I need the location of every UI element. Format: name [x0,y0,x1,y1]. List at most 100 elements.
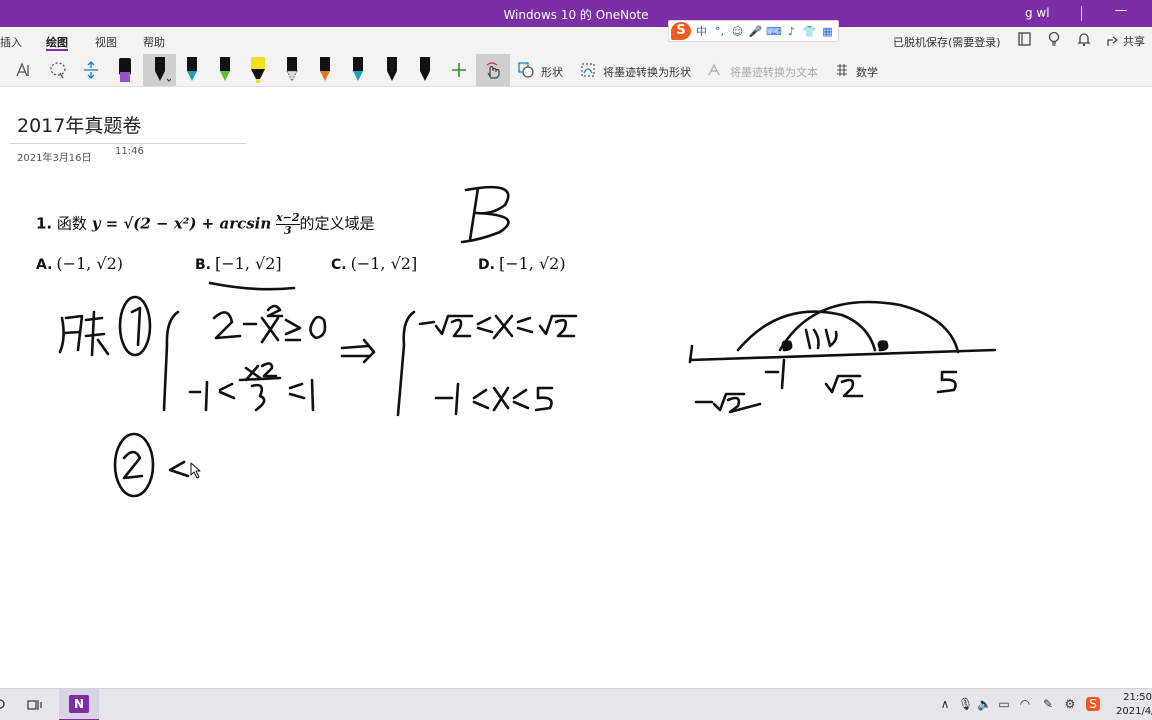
question-number: 1. [36,214,53,233]
ink-implies-arrow [340,338,376,364]
onenote-icon: N [69,695,89,713]
sogou-logo-icon[interactable]: S [671,22,691,40]
pen-purple-icon[interactable] [114,55,136,85]
lightbulb-icon[interactable] [1046,31,1062,47]
page-title[interactable]: 2017年真题卷 [17,111,141,138]
ink-point-neg1 [781,340,793,352]
math-button[interactable]: 数学 [856,64,878,80]
pen-teal-icon[interactable] [181,55,203,85]
question-text-after: 的定义域是 [299,214,375,233]
ink-label-neg1 [764,358,786,390]
option-c-label: C. [331,257,347,273]
math-icon[interactable] [834,62,850,78]
notebooks-icon[interactable] [1016,31,1032,47]
taskbar: N ∧ 🎙 🔈 ▭ ◠ ✎ ⚙ S 21:50 2021/4/ [0,688,1152,720]
ink-to-shape-icon[interactable] [580,62,596,78]
user-name[interactable]: g wl [1025,6,1050,20]
lasso-text-icon [16,62,29,77]
option-c-value: (−1, √2] [350,254,418,273]
microphone-icon[interactable]: 🎙 [958,697,973,711]
add-pen-button[interactable] [445,56,473,84]
lasso-icon [50,62,66,79]
draw-toolbar: 形状 将墨迹转换为形状 将墨迹转换为文本 数学 [0,53,1152,87]
pen-black-icon [154,57,171,82]
tab-help[interactable]: 帮助 [143,34,165,50]
tab-draw[interactable]: 绘图 [46,34,68,51]
ink-digit-1 [130,306,142,347]
tab-insert[interactable]: 插入 [0,34,22,50]
shapes-icon[interactable] [518,62,534,78]
touch-draw-button[interactable] [476,54,510,86]
mouse-cursor-icon [190,462,201,479]
insert-space-icon [84,61,98,79]
pen-black-selected-button[interactable] [143,54,176,86]
ink-circle-2 [113,432,155,498]
select-text-tool[interactable] [10,56,38,84]
lasso-select-tool[interactable] [44,56,72,84]
title-bar: Windows 10 的 OneNote g wl — [0,0,1152,27]
save-status: 已脱机保存(需要登录) [893,36,1001,49]
pen-cyan-icon[interactable] [347,55,369,85]
ink-jie-char [58,310,110,357]
page-time: 11:46 [115,146,144,157]
ink-partial-stroke [168,460,190,478]
tab-view[interactable]: 视图 [95,34,117,50]
title-separator [1081,6,1082,21]
minimize-button[interactable]: — [1112,3,1130,21]
share-label: 共享 [1123,35,1145,48]
ink-brace-2 [396,310,416,417]
touch-drawing-icon [486,62,500,79]
taskbar-clock[interactable]: 21:50 2021/4/ [1116,691,1152,719]
taskbar-onenote-button[interactable]: N [59,689,99,720]
task-view-icon[interactable] [27,697,43,713]
search-icon[interactable] [0,698,7,712]
ink-ineq-4 [434,382,554,416]
ink-to-text-icon [708,63,720,76]
skin-icon[interactable]: 👕 [802,25,817,38]
clock-time: 21:50 [1123,692,1152,703]
window-title: Windows 10 的 OneNote [503,8,649,22]
tray-chevron-up-icon[interactable]: ∧ [938,697,952,711]
keyboard-icon[interactable]: ⌨ [766,25,782,38]
pencil-icon[interactable] [281,55,303,85]
emoji-icon[interactable]: ☺ [730,25,745,38]
highlighter-yellow-icon[interactable] [247,55,269,85]
option-b-label: B. [195,257,211,273]
add-space-tool[interactable] [77,56,105,84]
pen-black-3-icon[interactable] [414,55,436,85]
question-fraction: x−2 3 [276,212,300,237]
ime-punct[interactable]: °, [712,25,727,38]
battery-icon[interactable]: ▭ [997,697,1011,711]
ink-label-sqrt2 [824,374,864,398]
option-a: A. (−1, √2) [36,254,123,273]
share-button[interactable]: 共享 [1106,33,1145,49]
ink-label-5 [936,370,958,394]
ime-mode[interactable]: 中 [694,23,709,39]
volume-icon[interactable]: 🔈 [977,697,992,711]
ink-answer-b [460,185,510,244]
handwriting-ink-layer [58,185,997,498]
option-b-value: [−1, √2] [215,254,282,273]
bell-icon[interactable] [1076,31,1092,47]
option-d-value: [−1, √2) [498,254,566,273]
pen-workspace-icon[interactable]: ✎ [1041,697,1055,711]
question-text-before: 函数 [56,214,87,233]
shapes-button[interactable]: 形状 [541,64,563,80]
pen-green-icon[interactable] [214,55,236,85]
option-d-label: D. [478,257,495,273]
share-icon [1107,36,1119,46]
microphone-icon[interactable]: 🎤 [748,25,763,38]
settings-gear-icon[interactable]: ⚙ [1063,697,1077,711]
option-c: C. (−1, √2] [331,254,417,273]
ink-point-sqrt2 [877,340,889,352]
ime-toolbar: S 中 °, ☺ 🎤 ⌨ ♪ 👕 ▦ [668,20,839,42]
clock-date: 2021/4/ [1116,706,1152,717]
pen-orange-icon[interactable] [314,55,336,85]
grid-icon[interactable]: ▦ [820,25,835,38]
note-icon[interactable]: ♪ [784,25,799,38]
pen-black-2-icon[interactable] [381,55,403,85]
ink-to-shape-button[interactable]: 将墨迹转换为形状 [603,64,691,80]
question-1: 1. 函数 y = √(2 − x²) + arcsin x−2 3 的定义域是 [36,212,375,237]
sogou-tray-icon[interactable]: S [1086,697,1100,711]
wifi-icon[interactable]: ◠ [1018,697,1032,711]
